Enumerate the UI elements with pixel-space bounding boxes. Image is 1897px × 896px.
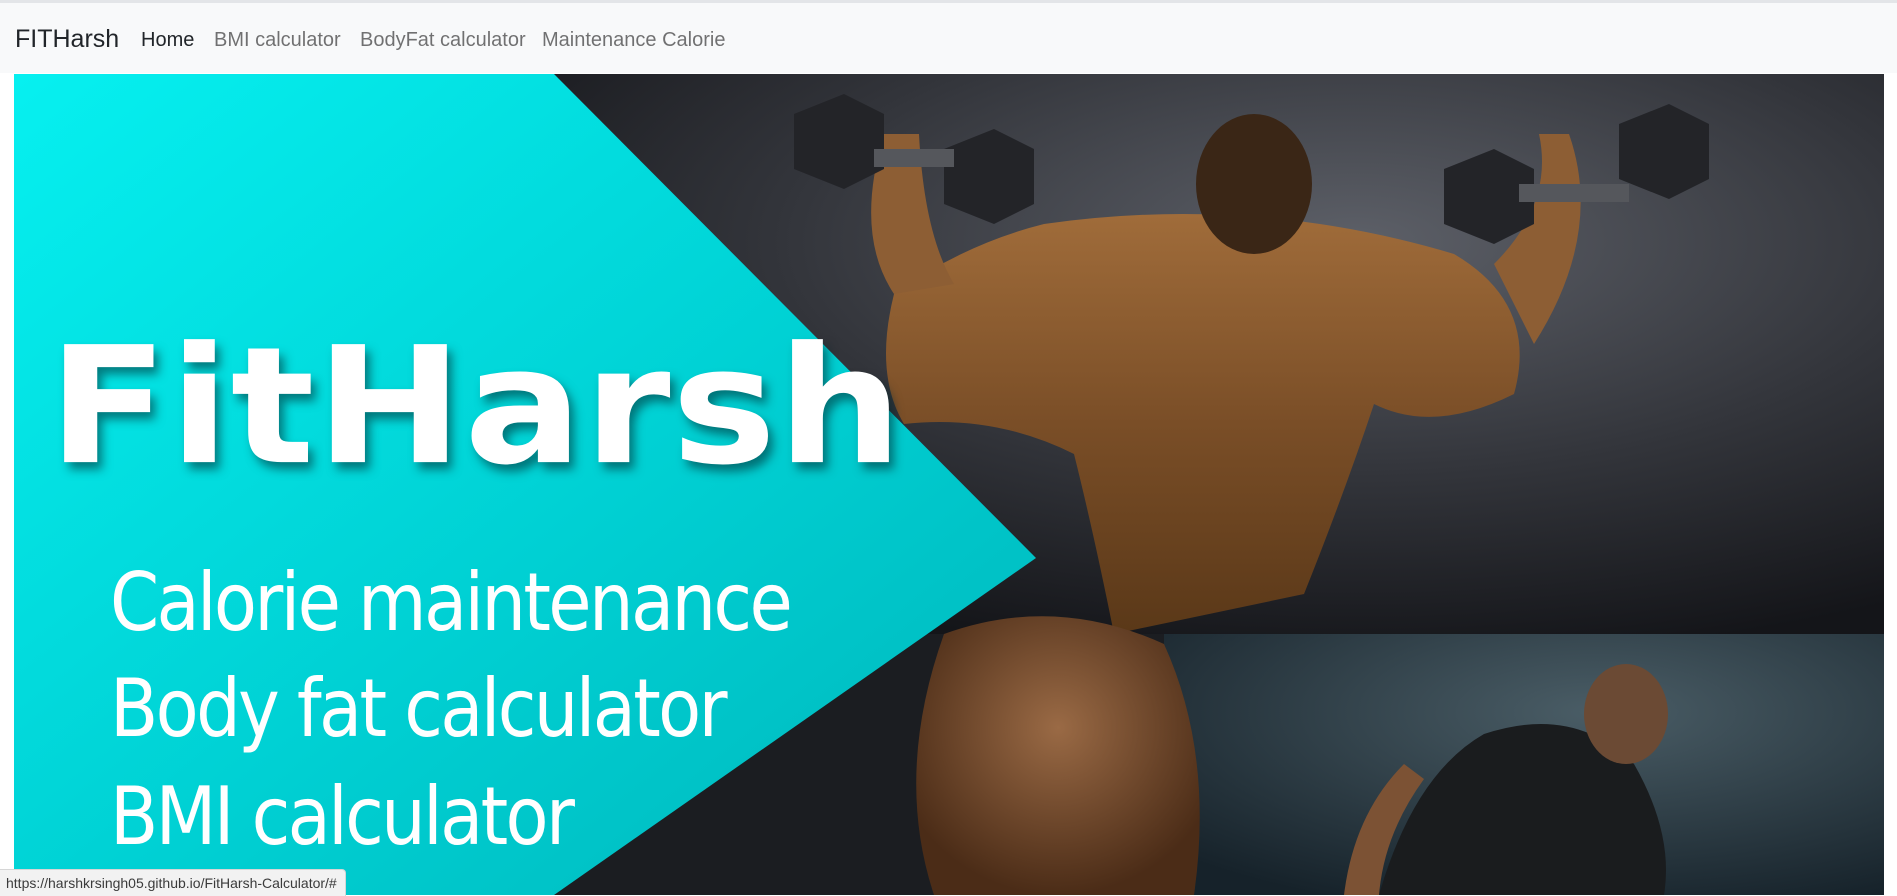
photo-back-head: [1196, 114, 1312, 254]
banner-feature-calorie: Calorie maintenance: [110, 556, 793, 649]
banner-feature-bodyfat: Body fat calculator: [110, 662, 728, 755]
photo-bicep: [916, 616, 1200, 895]
banner-logo-text: FitHarsh: [48, 312, 904, 501]
nav-link-bodyfat-calculator[interactable]: BodyFat calculator: [360, 29, 526, 52]
nav-link-maintenance-calorie[interactable]: Maintenance Calorie: [542, 29, 725, 52]
nav-link-home[interactable]: Home: [141, 29, 194, 52]
photo-gym-head: [1584, 664, 1668, 764]
status-bar-url: https://harshkrsingh05.github.io/FitHars…: [6, 875, 337, 891]
banner-feature-bmi: BMI calculator: [110, 770, 575, 863]
nav-link-bmi-calculator[interactable]: BMI calculator: [214, 29, 341, 52]
navbar: FITHarsh Home BMI calculator BodyFat cal…: [0, 3, 1897, 73]
browser-status-bar: https://harshkrsingh05.github.io/FitHars…: [0, 869, 346, 896]
hero-banner-image: FitHarsh Calorie maintenance Body fat ca…: [14, 74, 1884, 895]
brand-link[interactable]: FITHarsh: [15, 25, 119, 54]
